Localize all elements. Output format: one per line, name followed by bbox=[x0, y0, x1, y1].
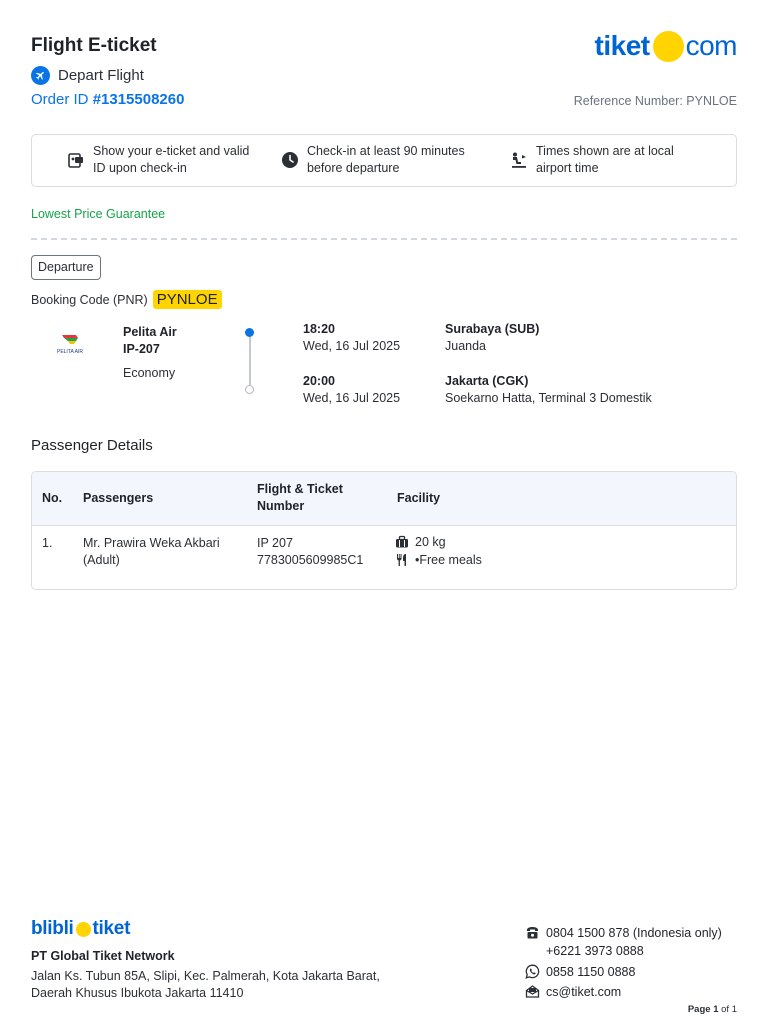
booking-code: Booking Code (PNR) PYNLOE bbox=[31, 290, 222, 309]
facility-baggage: 20 kg bbox=[395, 535, 446, 549]
info-eticket-line2: ID upon check-in bbox=[93, 161, 187, 175]
info-checkin-line1: Check-in at least 90 minutes bbox=[307, 144, 465, 158]
cutlery-icon bbox=[395, 553, 409, 567]
logo-text-right: com bbox=[685, 30, 738, 61]
info-checkin-line2: before departure bbox=[307, 161, 400, 175]
cabin-class: Economy bbox=[123, 366, 176, 380]
depart-date: Wed, 16 Jul 2025 bbox=[303, 339, 401, 353]
plane-icon bbox=[31, 66, 50, 85]
flight-number: IP-207 bbox=[123, 342, 160, 356]
reference-number: Reference Number: PYNLOE bbox=[573, 94, 737, 108]
airline-name: Pelita Air bbox=[123, 325, 177, 339]
timeline-destination-dot bbox=[245, 385, 254, 394]
logo-text-left: tiket bbox=[594, 30, 651, 61]
page-title: Flight E-ticket bbox=[31, 35, 157, 56]
booking-code-label: Booking Code (PNR) bbox=[31, 292, 148, 307]
row-ticket-number: 7783005609985C1 bbox=[257, 553, 364, 567]
passenger-details-title: Passenger Details bbox=[31, 437, 153, 454]
footer-logo-dot bbox=[75, 921, 91, 937]
baggage-icon bbox=[395, 535, 409, 549]
col-facility: Facility bbox=[397, 491, 441, 505]
page-label: Page bbox=[687, 1004, 711, 1015]
address-line1: Jalan Ks. Tubun 85A, Slipi, Kec. Palmera… bbox=[31, 969, 380, 983]
depart-time: 18:20 bbox=[303, 322, 335, 336]
airport-time-icon bbox=[510, 151, 528, 169]
depart-flight-text: Depart Flight bbox=[58, 67, 144, 84]
col-ticket-line1: Flight & Ticket bbox=[257, 482, 343, 496]
footer-logo-left: blibli bbox=[31, 918, 74, 939]
info-item-checkin: Check-in at least 90 minutes before depa… bbox=[281, 143, 465, 177]
lowest-price-guarantee: Lowest Price Guarantee bbox=[31, 207, 166, 221]
contact-whatsapp: 0858 1150 0888 bbox=[525, 964, 635, 979]
order-id: Order ID #1315508260 bbox=[31, 91, 184, 108]
depart-city: Surabaya (SUB) bbox=[445, 322, 540, 336]
arrive-airport: Soekarno Hatta, Terminal 3 Domestik bbox=[445, 391, 652, 405]
info-checkin-text: Check-in at least 90 minutes before depa… bbox=[307, 143, 465, 177]
col-passengers: Passengers bbox=[83, 491, 154, 505]
passenger-table-header: No. Passengers Flight & Ticket Number Fa… bbox=[32, 472, 736, 526]
contact-phone: 0804 1500 878 (Indonesia only) bbox=[525, 925, 722, 940]
company-name: PT Global Tiket Network bbox=[31, 949, 175, 963]
baggage-allowance: 20 kg bbox=[415, 535, 446, 549]
page-current: 1 bbox=[713, 1004, 719, 1015]
depart-flight-label: Depart Flight bbox=[31, 66, 144, 85]
email-icon bbox=[525, 984, 540, 999]
order-id-label: Order ID bbox=[31, 91, 89, 108]
address-line2: Daerah Khusus Ibukota Jakarta 11410 bbox=[31, 986, 244, 1000]
dashed-divider bbox=[31, 238, 737, 240]
pelita-air-logo-text: PELITA AIR bbox=[57, 349, 83, 355]
arrive-date: Wed, 16 Jul 2025 bbox=[303, 391, 401, 405]
page-indicator: Page 1 of 1 bbox=[688, 1004, 737, 1015]
facility-meal: •Free meals bbox=[395, 553, 482, 567]
info-eticket-line1: Show your e-ticket and valid bbox=[93, 144, 250, 158]
phone-number-2: +6221 3973 0888 bbox=[546, 944, 644, 958]
col-ticket-line2: Number bbox=[257, 499, 305, 513]
order-id-value: #1315508260 bbox=[92, 91, 185, 108]
info-localtime-line1: Times shown are at local bbox=[536, 144, 674, 158]
footer-logo-right: tiket bbox=[92, 918, 131, 939]
departure-badge: Departure bbox=[31, 255, 101, 280]
col-ticket: Flight & Ticket Number bbox=[257, 481, 343, 515]
pelita-air-logo: PELITA AIR bbox=[52, 333, 88, 355]
row-no: 1. bbox=[42, 536, 53, 550]
logo-dot bbox=[652, 30, 684, 62]
booking-code-value: PYNLOE bbox=[152, 290, 222, 309]
phone-icon bbox=[525, 925, 540, 940]
passenger-name: Mr. Prawira Weka Akbari bbox=[83, 536, 220, 550]
info-localtime-text: Times shown are at local airport time bbox=[536, 143, 674, 177]
whatsapp-number: 0858 1150 0888 bbox=[546, 964, 636, 979]
info-item-eticket: Show your e-ticket and valid ID upon che… bbox=[67, 143, 249, 177]
info-item-localtime: Times shown are at local airport time bbox=[510, 143, 674, 177]
info-box: Show your e-ticket and valid ID upon che… bbox=[31, 134, 737, 187]
meal-info: •Free meals bbox=[415, 553, 482, 567]
passenger-table: No. Passengers Flight & Ticket Number Fa… bbox=[31, 471, 737, 590]
arrive-time: 20:00 bbox=[303, 374, 335, 388]
whatsapp-icon bbox=[525, 964, 540, 979]
arrive-city: Jakarta (CGK) bbox=[445, 374, 529, 388]
email-address: cs@tiket.com bbox=[546, 984, 622, 999]
phone-number-1: 0804 1500 878 (Indonesia only) bbox=[546, 925, 722, 940]
passenger-type: (Adult) bbox=[83, 553, 120, 567]
contact-email: cs@tiket.com bbox=[525, 984, 621, 999]
timeline-line bbox=[249, 337, 251, 385]
col-no: No. bbox=[42, 491, 63, 505]
row-ticket: IP 207 7783005609985C1 bbox=[257, 535, 363, 569]
company-address: Jalan Ks. Tubun 85A, Slipi, Kec. Palmera… bbox=[31, 968, 380, 1002]
tiket-logo: tiket com bbox=[594, 30, 738, 62]
clock-icon bbox=[281, 151, 299, 169]
page-total: of 1 bbox=[721, 1004, 737, 1015]
ticket-id-icon bbox=[67, 151, 85, 169]
depart-airport: Juanda bbox=[445, 339, 487, 353]
info-eticket-text: Show your e-ticket and valid ID upon che… bbox=[93, 143, 249, 177]
timeline-origin-dot bbox=[245, 328, 254, 337]
row-flight: IP 207 bbox=[257, 536, 293, 550]
row-passenger: Mr. Prawira Weka Akbari (Adult) bbox=[83, 535, 220, 569]
blibli-tiket-logo: blibli tiket bbox=[31, 918, 130, 940]
info-localtime-line2: airport time bbox=[536, 161, 599, 175]
